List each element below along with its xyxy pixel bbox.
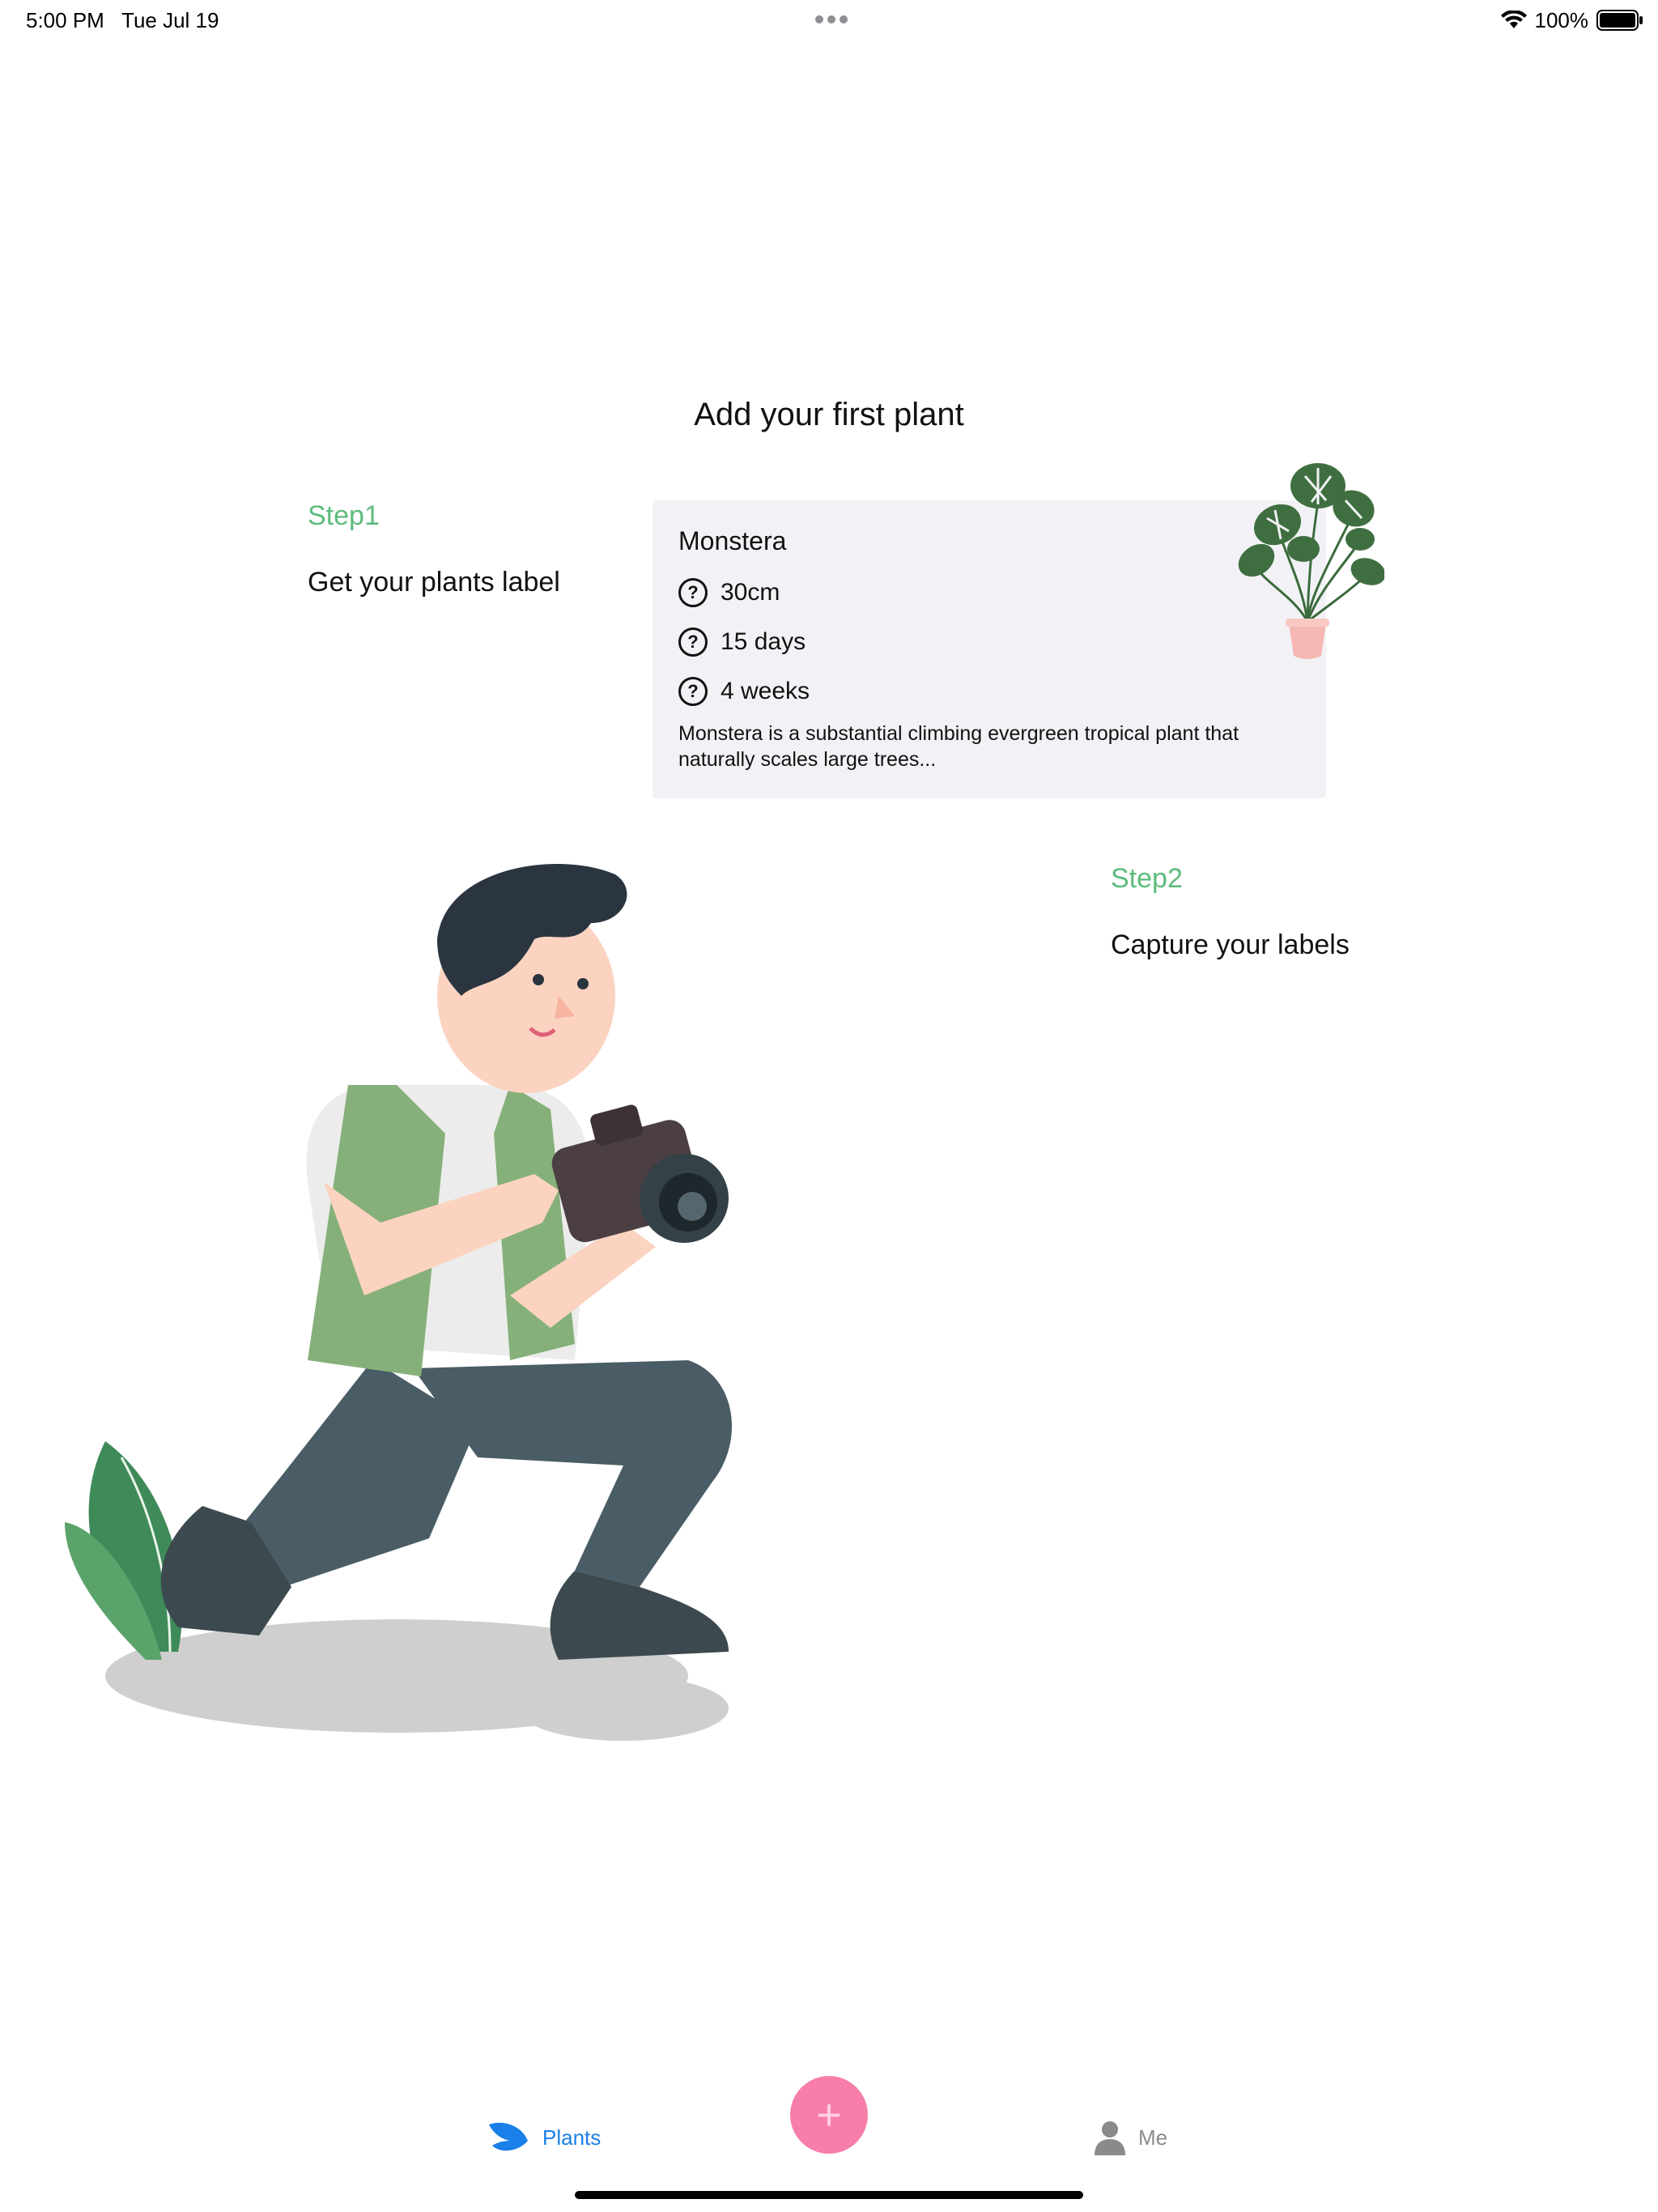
- plant-fertilize-row: ? 4 weeks: [678, 677, 810, 706]
- page-title: Add your first plant: [694, 397, 964, 432]
- step2-label: Step2: [1111, 863, 1183, 894]
- plant-label-card: Monstera ? 30cm ? 15 days ? 4 weeks Mons…: [653, 500, 1326, 798]
- plant-watering-row: ? 15 days: [678, 627, 806, 657]
- plant-description: Monstera is a substantial climbing everg…: [678, 722, 1239, 771]
- status-bar-right: 100%: [1500, 6, 1644, 34]
- step1-text: Get your plants label: [308, 567, 560, 598]
- status-bar-clock: 5:00 PM Tue Jul 19: [26, 8, 219, 33]
- wifi-icon: [1500, 11, 1527, 28]
- battery-icon: [1596, 10, 1643, 31]
- status-date: Tue Jul 19: [121, 8, 219, 32]
- person-icon: [1095, 2121, 1125, 2155]
- tab-me[interactable]: Me: [1093, 2120, 1167, 2155]
- multitasking-dots-icon[interactable]: [814, 11, 850, 28]
- photographer-illustration: [65, 863, 732, 1741]
- tab-plants[interactable]: Plants: [486, 2120, 601, 2155]
- plant-watering-value: 15 days: [721, 628, 806, 655]
- question-circle-icon: ?: [678, 677, 708, 706]
- plus-icon: +: [816, 2091, 842, 2139]
- tab-me-label: Me: [1138, 2125, 1168, 2150]
- battery-percentage: 100%: [1534, 7, 1589, 32]
- step2-text: Capture your labels: [1111, 929, 1350, 960]
- question-circle-icon: ?: [678, 627, 708, 657]
- leaf-icon: [489, 2122, 528, 2151]
- screen: 5:00 PM Tue Jul 19 100% Add your first p…: [0, 0, 1658, 2212]
- plant-height-row: ? 30cm: [678, 578, 780, 607]
- plant-name: Monstera: [678, 526, 787, 555]
- tab-plants-label: Plants: [542, 2125, 602, 2150]
- add-plant-button[interactable]: +: [790, 2076, 868, 2154]
- plant-height-value: 30cm: [721, 579, 780, 606]
- plant-fertilize-value: 4 weeks: [721, 678, 810, 704]
- status-time: 5:00 PM: [26, 8, 104, 32]
- home-indicator[interactable]: [575, 2191, 1083, 2199]
- question-circle-icon: ?: [678, 578, 708, 607]
- monstera-plant-illustration: [1238, 463, 1384, 659]
- step1-label: Step1: [308, 500, 380, 531]
